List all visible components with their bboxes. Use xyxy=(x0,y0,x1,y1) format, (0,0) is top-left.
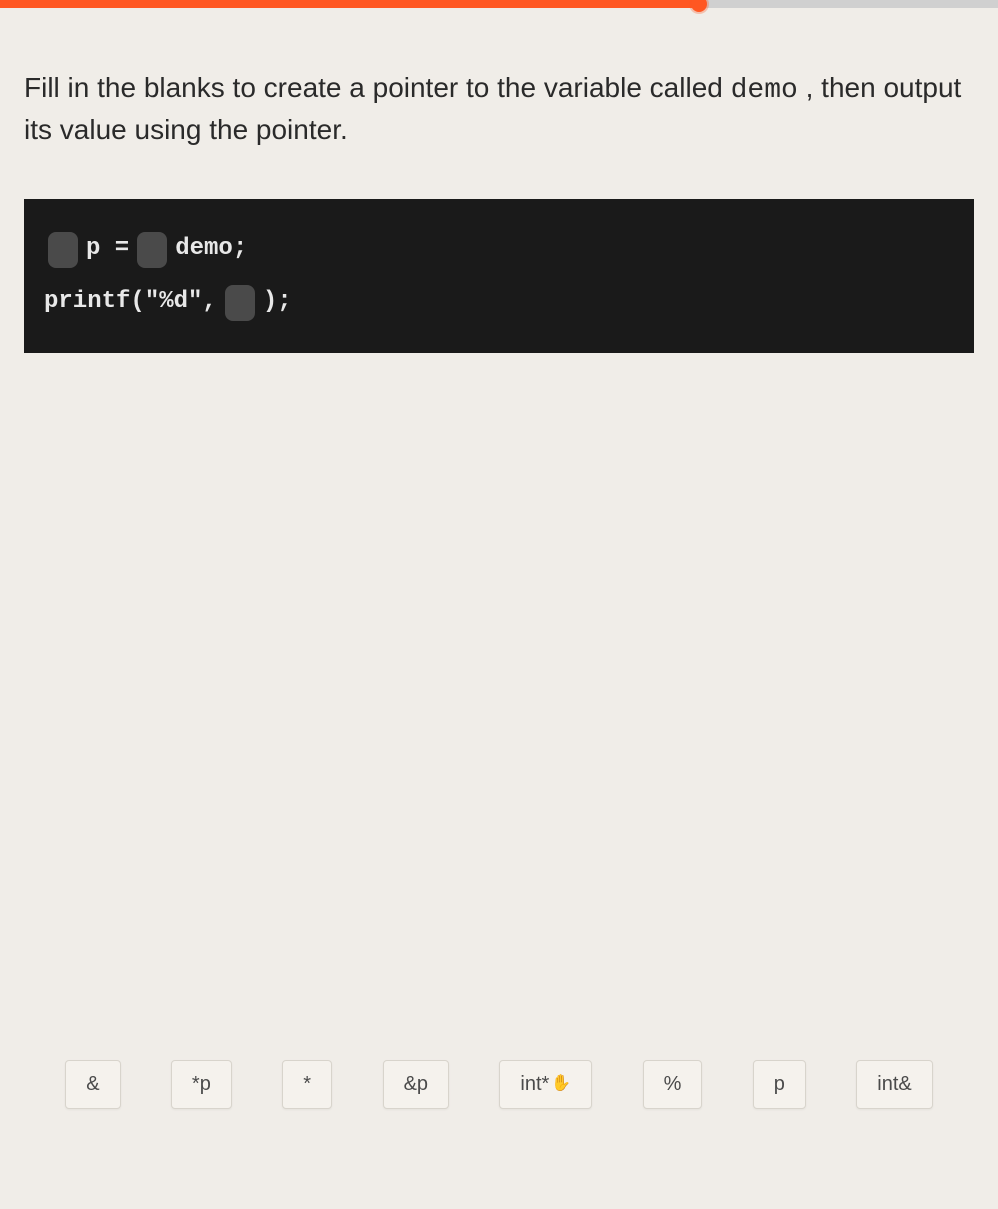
blank-slot-3[interactable] xyxy=(225,285,255,321)
question-part1: Fill in the blanks to create a pointer t… xyxy=(24,72,731,103)
cursor-icon: ✋ xyxy=(551,1073,571,1093)
option-int-amp[interactable]: int& xyxy=(856,1060,932,1109)
option-int-star[interactable]: int*✋ xyxy=(499,1060,592,1109)
blank-slot-1[interactable] xyxy=(48,232,78,268)
progress-fill xyxy=(0,0,699,8)
option-star[interactable]: * xyxy=(282,1060,332,1109)
code-line-2: printf("%d", ); xyxy=(44,276,954,329)
code-seg-2-1: printf("%d", xyxy=(44,276,217,329)
code-seg-1-1: p = xyxy=(86,223,129,276)
question-code-word: demo xyxy=(731,75,798,106)
content-area: Fill in the blanks to create a pointer t… xyxy=(0,8,998,353)
code-seg-1-2: demo; xyxy=(175,223,247,276)
option-p[interactable]: p xyxy=(753,1060,806,1109)
progress-bar[interactable] xyxy=(0,0,998,8)
options-bar: & *p * &p int*✋ % p int& xyxy=(0,1060,998,1109)
code-line-1: p = demo; xyxy=(44,223,954,276)
blank-slot-2[interactable] xyxy=(137,232,167,268)
question-text: Fill in the blanks to create a pointer t… xyxy=(24,68,974,149)
option-int-star-label: int* xyxy=(520,1073,549,1095)
option-amp-p[interactable]: &p xyxy=(383,1060,449,1109)
option-percent[interactable]: % xyxy=(643,1060,703,1109)
option-ampersand[interactable]: & xyxy=(65,1060,120,1109)
code-block: p = demo; printf("%d", ); xyxy=(24,199,974,353)
option-star-p[interactable]: *p xyxy=(171,1060,232,1109)
code-seg-2-2: ); xyxy=(263,276,292,329)
